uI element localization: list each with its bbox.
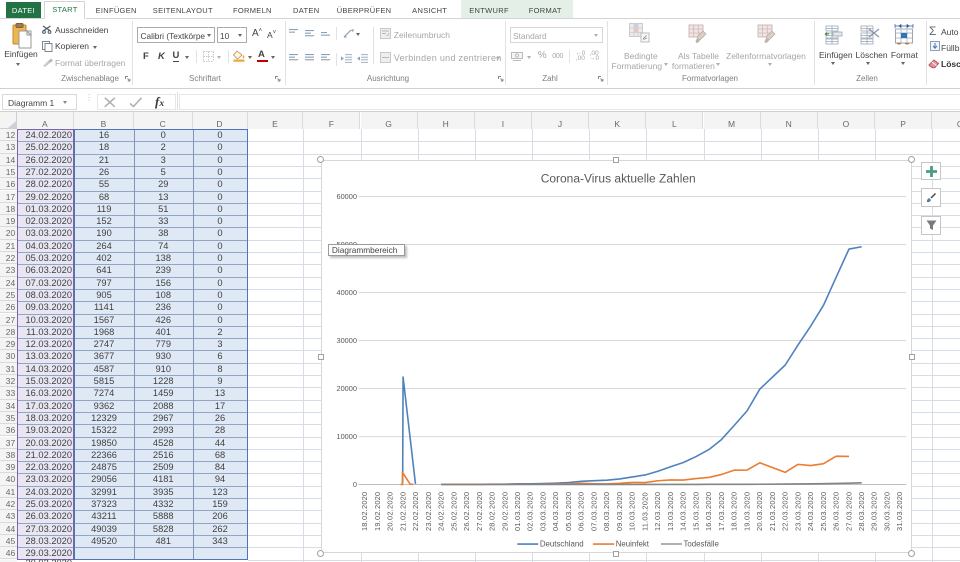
svg-text:08.03.2020: 08.03.2020 [602,491,611,530]
svg-text:06.03.2020: 06.03.2020 [576,491,585,530]
svg-text:60000: 60000 [336,192,357,201]
svg-text:40000: 40000 [336,288,357,297]
svg-text:26.03.2020: 26.03.2020 [831,491,840,530]
svg-text:13.03.2020: 13.03.2020 [665,491,674,530]
svg-text:Todesfälle: Todesfälle [683,540,719,549]
svg-text:24.03.2020: 24.03.2020 [806,491,815,530]
svg-text:23.02.2020: 23.02.2020 [423,491,432,530]
svg-text:22.02.2020: 22.02.2020 [411,491,420,530]
svg-text:Neuinfekt: Neuinfekt [615,540,649,549]
svg-text:07.03.2020: 07.03.2020 [589,491,598,530]
svg-text:30.03.2020: 30.03.2020 [882,491,891,530]
svg-text:Corona-Virus aktuelle Zahlen: Corona-Virus aktuelle Zahlen [540,171,695,185]
svg-text:01.03.2020: 01.03.2020 [513,491,522,530]
svg-text:09.03.2020: 09.03.2020 [614,491,623,530]
svg-text:25.02.2020: 25.02.2020 [449,491,458,530]
svg-text:0: 0 [352,480,356,489]
svg-text:29.03.2020: 29.03.2020 [869,491,878,530]
svg-text:21.02.2020: 21.02.2020 [398,491,407,530]
svg-text:Deutschland: Deutschland [539,540,583,549]
svg-text:27.02.2020: 27.02.2020 [474,491,483,530]
svg-text:20000: 20000 [336,384,357,393]
svg-text:22.03.2020: 22.03.2020 [780,491,789,530]
svg-text:24.02.2020: 24.02.2020 [436,491,445,530]
svg-text:30000: 30000 [336,336,357,345]
svg-text:10.03.2020: 10.03.2020 [627,491,636,530]
svg-text:19.02.2020: 19.02.2020 [372,491,381,530]
svg-text:14.03.2020: 14.03.2020 [678,491,687,530]
svg-text:17.03.2020: 17.03.2020 [716,491,725,530]
svg-text:12.03.2020: 12.03.2020 [653,491,662,530]
svg-text:02.03.2020: 02.03.2020 [525,491,534,530]
svg-text:31.03.2020: 31.03.2020 [895,491,904,530]
svg-text:19.03.2020: 19.03.2020 [742,491,751,530]
svg-text:29.02.2020: 29.02.2020 [500,491,509,530]
svg-text:15.03.2020: 15.03.2020 [691,491,700,530]
svg-text:18.02.2020: 18.02.2020 [360,491,369,530]
svg-text:28.02.2020: 28.02.2020 [487,491,496,530]
svg-text:05.03.2020: 05.03.2020 [564,491,573,530]
svg-text:26.02.2020: 26.02.2020 [462,491,471,530]
svg-text:27.03.2020: 27.03.2020 [844,491,853,530]
svg-text:21.03.2020: 21.03.2020 [767,491,776,530]
svg-text:04.03.2020: 04.03.2020 [551,491,560,530]
svg-text:11.03.2020: 11.03.2020 [640,492,649,531]
svg-text:23.03.2020: 23.03.2020 [793,491,802,530]
svg-text:18.03.2020: 18.03.2020 [729,491,738,530]
svg-text:20.02.2020: 20.02.2020 [385,491,394,530]
svg-text:20.03.2020: 20.03.2020 [755,491,764,530]
svg-text:16.03.2020: 16.03.2020 [704,491,713,530]
svg-text:28.03.2020: 28.03.2020 [857,491,866,530]
svg-text:25.03.2020: 25.03.2020 [818,491,827,530]
svg-text:03.03.2020: 03.03.2020 [538,491,547,530]
svg-text:10000: 10000 [336,432,357,441]
